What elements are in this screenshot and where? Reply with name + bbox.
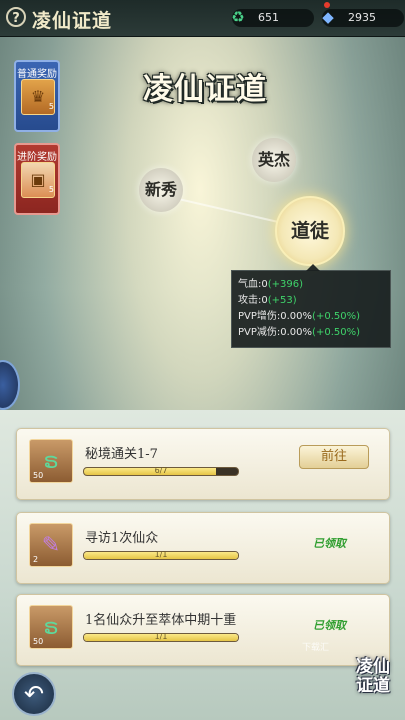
tooltip-atk-label: 攻击:0	[238, 295, 268, 306]
currency-crystal[interactable]: ◆ 2935	[322, 2, 404, 27]
tooltip-hp-label: 气血:0	[238, 279, 268, 290]
task-card: ຣ 50 秘境通关1-7 6/7 前往	[16, 428, 390, 500]
tooltip-hp-bonus: (+396)	[267, 279, 304, 290]
task-name: 寻访1次仙众	[85, 531, 159, 546]
corner-logo: 凌仙 证道	[345, 658, 401, 696]
task-reward-count: 50	[33, 471, 44, 480]
back-button[interactable]: ↶	[12, 672, 56, 716]
tooltip-row-atk: 攻击:0(+53)	[238, 293, 384, 309]
corner-logo-line1: 凌仙	[356, 657, 390, 677]
normal-reward-button[interactable]: 普通奖励 ♛ 5	[14, 60, 60, 132]
dragon-icon: ຣ 50	[29, 605, 73, 649]
rank-node-yingjie[interactable]: 英杰	[252, 138, 296, 182]
notification-dot	[324, 2, 330, 8]
normal-reward-count: 5	[48, 102, 54, 111]
rank-bonus-tooltip: 气血:0(+396) 攻击:0(+53) PVP增伤:0.00%(+0.50%)…	[231, 264, 391, 348]
feather-icon: ✎ 2	[29, 523, 73, 567]
event-logo: 凌仙证道	[143, 72, 267, 107]
help-button[interactable]: ?	[6, 7, 26, 27]
advanced-reward-label: 进阶奖励	[17, 152, 57, 163]
tooltip-row-pvp-dmg: PVP增伤:0.00%(+0.50%)	[238, 309, 384, 325]
top-bar: ? 凌仙证道 ♻ 651 ◆ 2935	[0, 0, 405, 37]
currency-jade[interactable]: ♻ 651	[231, 8, 314, 27]
watermark: 下载汇	[302, 643, 330, 653]
tooltip-row-hp: 气血:0(+396)	[238, 277, 384, 293]
task-name: 1名仙众升至萃体中期十重	[85, 613, 237, 628]
currency-jade-value: 651	[258, 11, 279, 24]
rank-node-xinxiu[interactable]: 新秀	[139, 168, 183, 212]
task-name: 秘境通关1-7	[85, 447, 158, 462]
task-progress-text: 1/1	[154, 632, 168, 641]
advanced-reward-button[interactable]: 进阶奖励 ▣ 5	[14, 143, 60, 215]
dragon-icon: ຣ 50	[29, 439, 73, 483]
tooltip-pvp-dmg-bonus: (+0.50%)	[312, 311, 360, 322]
currency-crystal-value: 2935	[348, 11, 376, 24]
claimed-stamp: 已领取	[313, 537, 346, 550]
tooltip-arrow	[306, 264, 320, 271]
goto-button[interactable]: 前往	[299, 445, 369, 469]
rank-node-daotu[interactable]: 道徒	[275, 196, 345, 266]
tooltip-pvp-dmg-label: PVP增伤:0.00%	[238, 311, 313, 322]
advanced-reward-count: 5	[48, 185, 54, 194]
task-card: ຣ 50 1名仙众升至萃体中期十重 1/1 已领取	[16, 594, 390, 666]
tooltip-row-pvp-def: PVP减伤:0.00%(+0.50%)	[238, 325, 384, 341]
task-card: ✎ 2 寻访1次仙众 1/1 已领取	[16, 512, 390, 584]
tooltip-pvp-def-bonus: (+0.50%)	[312, 327, 360, 338]
jade-icon: ♻	[231, 8, 245, 26]
task-reward-count: 50	[33, 637, 44, 646]
claimed-stamp: 已领取	[313, 619, 346, 632]
task-reward-count: 2	[33, 555, 39, 564]
tooltip-atk-bonus: (+53)	[267, 295, 297, 306]
page-title: 凌仙证道	[32, 10, 113, 32]
task-progress-text: 1/1	[154, 550, 168, 559]
crystal-icon: ◆	[316, 2, 340, 29]
task-progress-text: 6/7	[154, 466, 168, 475]
normal-reward-label: 普通奖励	[17, 69, 57, 80]
corner-logo-line2: 证道	[356, 676, 390, 696]
tooltip-pvp-def-label: PVP减伤:0.00%	[238, 327, 313, 338]
